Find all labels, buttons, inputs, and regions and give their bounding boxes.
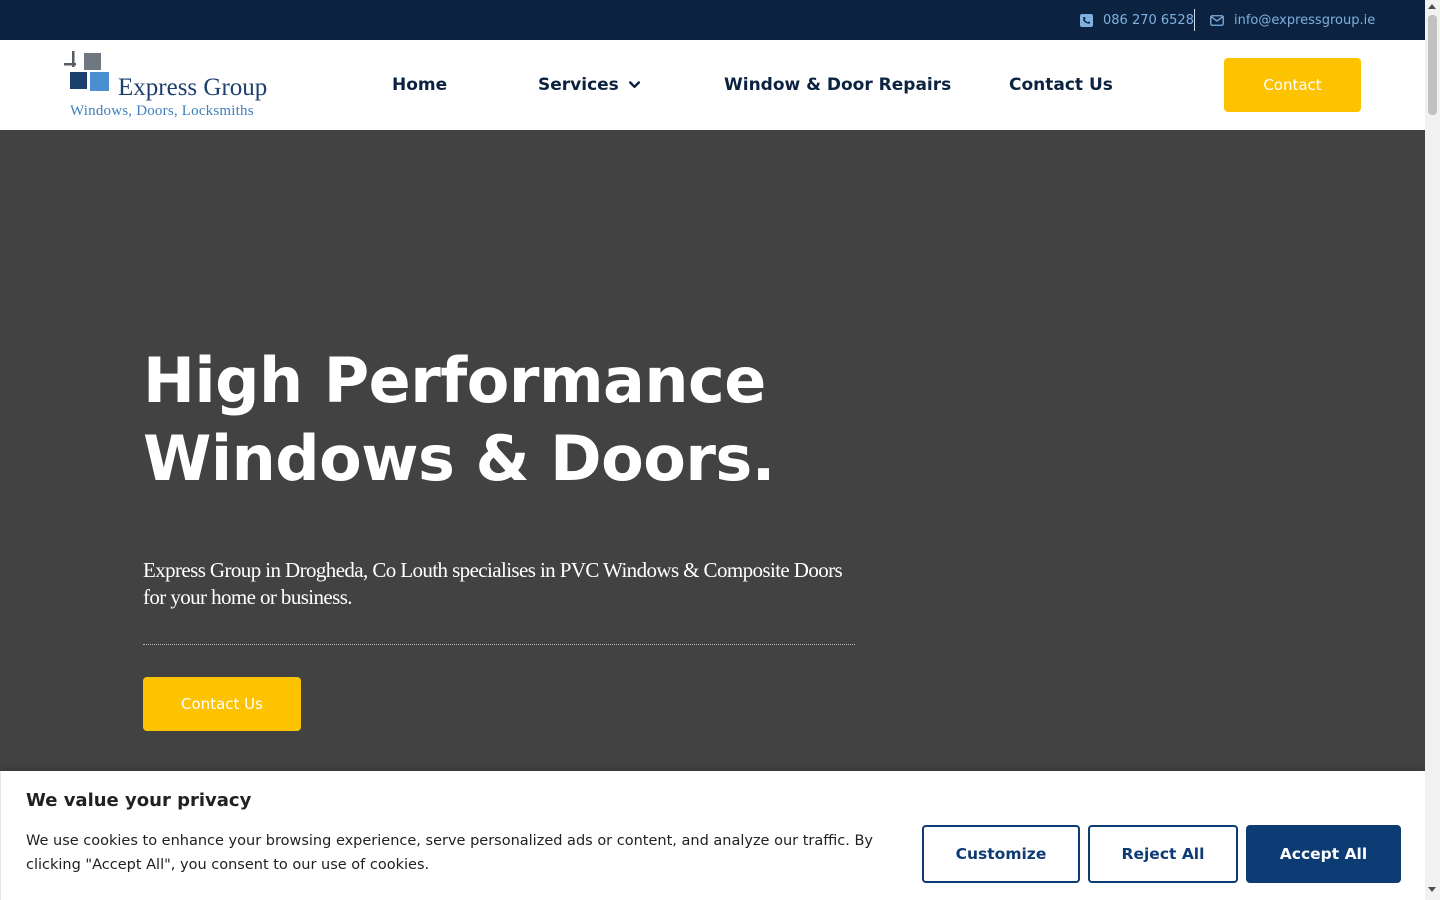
logo[interactable]: Express Group Windows, Doors, Locksmiths bbox=[62, 50, 272, 122]
nav-contact-us[interactable]: Contact Us bbox=[1009, 40, 1113, 130]
hero-lead-text: Express Group in Drogheda, Co Louth spec… bbox=[143, 558, 843, 609]
email-link[interactable]: info@expressgroup.ie bbox=[1210, 11, 1375, 29]
chevron-down-icon bbox=[628, 81, 640, 88]
logo-mark-icon bbox=[64, 51, 109, 91]
cookie-body-text: We use cookies to enhance your browsing … bbox=[26, 833, 873, 873]
cookie-accept-all-button[interactable]: Accept All bbox=[1246, 825, 1401, 883]
hero-contact-us-button[interactable]: Contact Us bbox=[143, 677, 301, 731]
cookie-customize-button[interactable]: Customize bbox=[922, 825, 1080, 883]
phone-link[interactable]: 086 270 6528 bbox=[1080, 11, 1194, 29]
cookie-title: We value your privacy bbox=[26, 790, 252, 811]
scroll-down-arrow-icon[interactable] bbox=[1428, 887, 1436, 892]
cookie-consent-banner: We value your privacy We use cookies to … bbox=[0, 771, 1425, 900]
hero-title: High Performance Windows & Doors. bbox=[143, 342, 943, 498]
hero-title-line-1: High Performance bbox=[143, 344, 766, 417]
phone-square-icon bbox=[1080, 13, 1093, 27]
logo-name: Express Group bbox=[118, 74, 268, 101]
nav-repairs-label: Window & Door Repairs bbox=[724, 75, 952, 95]
cookie-reject-all-button[interactable]: Reject All bbox=[1088, 825, 1238, 883]
header-contact-button[interactable]: Contact bbox=[1224, 58, 1361, 112]
site-header: Express Group Windows, Doors, Locksmiths… bbox=[0, 40, 1425, 130]
nav-window-door-repairs[interactable]: Window & Door Repairs bbox=[724, 40, 951, 130]
envelope-icon bbox=[1210, 14, 1224, 26]
nav-contact-us-label: Contact Us bbox=[1009, 75, 1113, 95]
nav-services-label: Services bbox=[538, 75, 619, 95]
top-contact-bar: 086 270 6528 info@expressgroup.ie bbox=[0, 0, 1425, 40]
nav-home-label: Home bbox=[392, 75, 448, 95]
page-scrollbar[interactable] bbox=[1425, 0, 1440, 900]
email-address: info@expressgroup.ie bbox=[1234, 12, 1376, 28]
hero-title-line-2: Windows & Doors. bbox=[143, 422, 775, 495]
logo-tagline: Windows, Doors, Locksmiths bbox=[70, 103, 254, 119]
hero-divider bbox=[143, 644, 855, 645]
nav-home[interactable]: Home bbox=[392, 40, 447, 130]
nav-services[interactable]: Services bbox=[538, 40, 640, 130]
scrollbar-thumb[interactable] bbox=[1428, 15, 1437, 115]
phone-number: 086 270 6528 bbox=[1103, 12, 1194, 28]
topbar-divider bbox=[1194, 9, 1195, 31]
scroll-up-arrow-icon[interactable] bbox=[1428, 4, 1436, 9]
